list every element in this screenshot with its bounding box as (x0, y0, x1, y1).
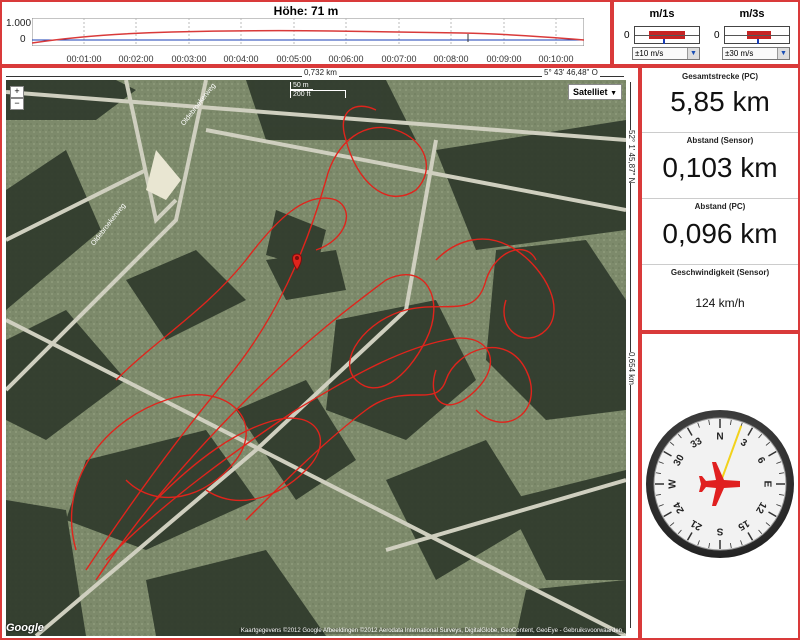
map-width-label: 0,732 km (302, 68, 339, 77)
altitude-chart (32, 18, 584, 46)
vario-panel: m/1s 0 ±10 m/s ▼ m/3s 0 ±30 m/s ▼ (612, 0, 800, 66)
compass-panel: N 3 6 E 12 15 S 21 24 W 30 33 (640, 332, 800, 640)
zoom-in-button[interactable]: + (10, 86, 24, 98)
time-tick: 00:03:00 (171, 54, 207, 64)
vario-3s-zero: 0 (714, 30, 720, 41)
map-attribution[interactable]: Kaartgegevens ©2012 Google Afbeeldingen … (238, 628, 624, 634)
altitude-y-zero: 0 (20, 34, 26, 45)
vario-3s-bar (724, 26, 790, 44)
map-height-label: 0,654 km (627, 352, 636, 385)
total-distance-label: Gesamtstrecke (PC) (681, 72, 759, 81)
distance-pc-value: 0,096 km (662, 218, 778, 249)
vario-3s-title: m/3s (739, 8, 765, 20)
compass: N36E1215S2124W3033 (646, 410, 794, 558)
time-tick: 00:08:00 (433, 54, 469, 64)
satellite-map[interactable]: Oldebroekerweg Oldebroekerweg (6, 80, 626, 636)
google-logo: Google (6, 622, 44, 634)
map-latitude-label: 52° 1' 45,87" N (627, 130, 636, 184)
chevron-down-icon: ▼ (610, 90, 617, 97)
time-tick: 00:01:00 (66, 54, 102, 64)
time-tick: 00:05:00 (276, 54, 312, 64)
time-tick: 00:09:00 (486, 54, 522, 64)
map-scale: 50 m 200 ft (290, 82, 346, 98)
distance-sensor-label: Abstand (Sensor) (686, 136, 754, 145)
chevron-down-icon: ▼ (687, 48, 699, 59)
compass-label: W (668, 479, 679, 489)
total-distance-value: 5,85 km (670, 86, 770, 117)
vario-3s: m/3s 0 ±30 m/s ▼ (712, 6, 792, 64)
time-tick: 00:06:00 (328, 54, 364, 64)
vario-3s-range-select[interactable]: ±30 m/s ▼ (722, 47, 790, 60)
map-height-ruler: 52° 1' 45,87" N 0,654 km (626, 82, 636, 628)
map-longitude-label: 5° 43' 46,48" O (542, 68, 600, 77)
distance-sensor-value: 0,103 km (662, 152, 778, 183)
altitude-panel: Höhe: 71 m 1.000 0 00:01:00 00:02:00 00:… (0, 0, 612, 66)
compass-label: E (762, 481, 773, 488)
altitude-title: Höhe: 71 m (273, 4, 339, 18)
speed-label: Geschwindigkeit (Sensor) (670, 268, 770, 277)
vario-1s-bar (634, 26, 700, 44)
time-tick: 00:04:00 (223, 54, 259, 64)
vario-1s: m/1s 0 ±10 m/s ▼ (622, 6, 702, 64)
vario-1s-range-select[interactable]: ±10 m/s ▼ (632, 47, 700, 60)
map-panel[interactable]: 0,732 km 5° 43' 46,48" O Oldebroekerweg … (0, 66, 640, 640)
speed-value: 124 km/h (695, 296, 745, 310)
compass-label: S (716, 526, 723, 537)
time-tick: 00:07:00 (381, 54, 417, 64)
vario-1s-zero: 0 (624, 30, 630, 41)
zoom-out-button[interactable]: − (10, 98, 24, 110)
distance-pc-label: Abstand (PC) (694, 202, 746, 211)
map-type-select[interactable]: Satelliet ▼ (568, 84, 622, 100)
altitude-y-top: 1.000 (6, 18, 32, 29)
vario-1s-title: m/1s (649, 8, 675, 20)
chevron-down-icon: ▼ (777, 48, 789, 59)
time-tick: 00:10:00 (538, 54, 574, 64)
time-tick: 00:02:00 (118, 54, 154, 64)
stats-panel: Gesamtstrecke (PC) 5,85 km Abstand (Sens… (640, 66, 800, 332)
compass-label: N (716, 432, 723, 443)
